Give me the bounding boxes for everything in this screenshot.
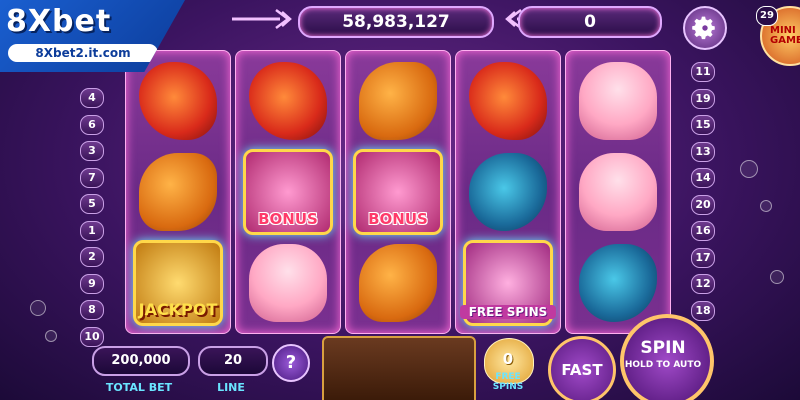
orange-fish-symbol — [359, 244, 437, 322]
reel-2: BONUS — [235, 50, 341, 334]
brand-logo: 8Xbet — [6, 4, 112, 39]
reel-1: JACKPOT — [125, 50, 231, 334]
payline-column-right: 11 19 15 13 14 20 16 17 12 18 — [691, 62, 715, 327]
reel-cell — [350, 239, 446, 327]
payline-number: 6 — [80, 114, 104, 135]
bubble-decoration — [760, 200, 772, 212]
bubble-decoration — [45, 330, 57, 342]
brand-url: 8Xbet2.it.com — [8, 44, 158, 62]
blue-anglerfish-symbol — [469, 153, 547, 231]
jackpot-label: JACKPOT — [138, 300, 218, 319]
payline-number: 3 — [80, 141, 104, 161]
payline-number: 19 — [691, 88, 715, 109]
settings-button[interactable] — [683, 6, 727, 50]
payline-number: 16 — [691, 221, 715, 241]
bubble-decoration — [770, 270, 784, 284]
reel-cell: BONUS — [350, 148, 446, 236]
mini-game-label: MINI GAME — [770, 25, 800, 46]
payline-number: 11 — [691, 62, 715, 82]
bonus-bottle-symbol: BONUS — [353, 149, 443, 235]
payline-number: 10 — [80, 326, 104, 347]
payline-number: 4 — [80, 88, 104, 108]
reel-cell — [570, 148, 666, 236]
free-spins-pearl-symbol: FREE SPINS — [460, 240, 556, 326]
line-label: LINE — [217, 381, 245, 394]
bubble-decoration — [30, 300, 46, 316]
payline-column-left: 4 6 3 7 5 1 2 9 8 10 — [80, 88, 104, 353]
reel-cell: BONUS — [240, 148, 336, 236]
free-spins-label: FREE SPINS — [460, 305, 556, 319]
pink-shell-creature-symbol — [579, 62, 657, 140]
red-piranha-fish-symbol — [469, 62, 547, 140]
payline-number: 12 — [691, 274, 715, 294]
reel-cell — [130, 148, 226, 236]
reel-5 — [565, 50, 671, 334]
red-piranha-fish-symbol — [249, 62, 327, 140]
spin-hold-to-auto-label: HOLD TO AUTO — [624, 360, 702, 370]
payline-number: 20 — [691, 194, 715, 215]
reel-cell — [240, 57, 336, 145]
total-bet-label: TOTAL BET — [105, 381, 173, 394]
payline-number: 2 — [80, 247, 104, 267]
bonus-bottle-symbol: BONUS — [243, 149, 333, 235]
payline-number: 5 — [80, 194, 104, 214]
reel-cell — [570, 239, 666, 327]
pink-shell-creature-symbol — [249, 244, 327, 322]
trident-left-icon — [232, 9, 292, 29]
line-selector[interactable]: 20 — [198, 346, 268, 376]
reel-cell — [460, 57, 556, 145]
bonus-label: BONUS — [368, 210, 428, 228]
reel-cell — [350, 57, 446, 145]
payline-number: 9 — [80, 273, 104, 294]
payline-number: 7 — [80, 167, 104, 188]
gear-icon — [692, 16, 715, 40]
payline-number: 17 — [691, 247, 715, 268]
win-display: 0 — [518, 6, 662, 38]
reel-cell — [460, 148, 556, 236]
reel-cell — [240, 239, 336, 327]
bubble-decoration — [740, 160, 758, 178]
fast-button[interactable]: FAST — [548, 336, 616, 400]
reel-3: BONUS — [345, 50, 451, 334]
payline-number: 1 — [80, 220, 104, 241]
orange-fish-symbol — [359, 62, 437, 140]
reel-cell: JACKPOT — [130, 239, 226, 327]
treasure-chest-decoration — [322, 336, 476, 400]
reel-4: FREE SPINS — [455, 50, 561, 334]
total-bet-selector[interactable]: 200,000 — [92, 346, 190, 376]
reel-cell: FREE SPINS — [460, 239, 556, 327]
game-stage: 8Xbet 8Xbet2.it.com 58,983,127 0 MINI GA… — [0, 0, 800, 400]
spin-label: SPIN — [640, 338, 686, 358]
bonus-label: BONUS — [258, 210, 318, 228]
payline-number: 18 — [691, 300, 715, 321]
jackpot-trident-symbol: JACKPOT — [133, 240, 223, 326]
orange-fish-symbol — [139, 153, 217, 231]
help-button[interactable]: ? — [272, 344, 310, 382]
reel-cell — [570, 57, 666, 145]
payline-number: 13 — [691, 141, 715, 162]
mini-game-count-badge: 29 — [756, 6, 778, 26]
free-spins-count: 0 — [502, 350, 514, 368]
red-piranha-fish-symbol — [139, 62, 217, 140]
payline-number: 15 — [691, 115, 715, 135]
pink-shell-creature-symbol — [579, 153, 657, 231]
blue-anglerfish-symbol — [579, 244, 657, 322]
payline-number: 14 — [691, 168, 715, 188]
payline-number: 8 — [80, 300, 104, 320]
free-spins-caption: FREE SPINS — [492, 372, 524, 392]
balance-display: 58,983,127 — [298, 6, 494, 38]
